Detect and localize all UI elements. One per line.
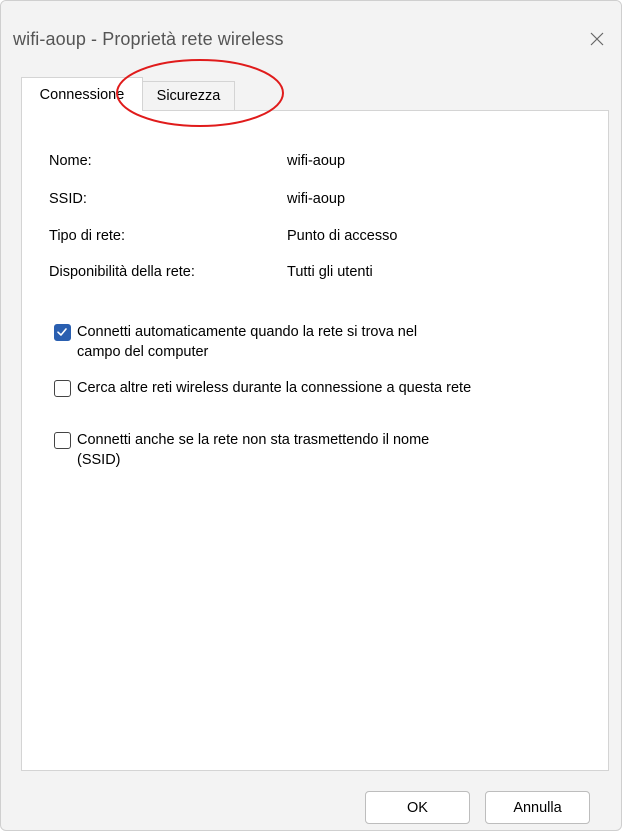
network-availability-value: Tutti gli utenti	[287, 264, 373, 280]
connect-hidden-ssid-label-line1: Connetti anche se la rete non sta trasme…	[77, 432, 430, 448]
network-type-label: Tipo di rete:	[49, 228, 126, 244]
search-other-networks-label-line1: Cerca altre reti wireless durante la con…	[77, 380, 472, 396]
search-other-networks-label[interactable]: Cerca altre reti wireless durante la con…	[77, 378, 471, 398]
connect-hidden-ssid-label[interactable]: Connetti anche se la rete non sta trasme…	[77, 430, 429, 470]
tab-connessione[interactable]: Connessione	[21, 77, 143, 111]
connection-tab-panel: Nome: wifi-aoup SSID: wifi-aoup Tipo di …	[21, 110, 609, 771]
search-other-networks-checkbox[interactable]	[54, 380, 71, 397]
properties-dialog: wifi-aoup - Proprietà rete wireless Conn…	[0, 0, 622, 831]
auto-connect-label-line1: Connetti automaticamente quando la rete …	[77, 324, 418, 340]
name-label: Nome:	[49, 153, 92, 169]
ssid-label: SSID:	[49, 191, 87, 207]
connect-hidden-ssid-label-line2: (SSID)	[77, 452, 121, 468]
auto-connect-checkbox[interactable]	[54, 324, 71, 341]
cancel-button[interactable]: Annulla	[485, 791, 590, 824]
window-title: wifi-aoup - Proprietà rete wireless	[13, 29, 284, 49]
connect-hidden-ssid-checkbox[interactable]	[54, 432, 71, 449]
tab-sicurezza[interactable]: Sicurezza	[143, 81, 235, 110]
name-value: wifi-aoup	[287, 153, 346, 169]
tab-sicurezza-label: Sicurezza	[156, 88, 221, 104]
ok-button[interactable]: OK	[365, 791, 470, 824]
close-icon	[590, 32, 604, 46]
ssid-value: wifi-aoup	[287, 191, 346, 207]
network-type-value: Punto di accesso	[287, 228, 398, 244]
network-availability-label: Disponibilità della rete:	[49, 264, 195, 280]
auto-connect-label-line2: campo del computer	[77, 344, 209, 360]
title-bar[interactable]: wifi-aoup - Proprietà rete wireless	[1, 1, 621, 63]
tab-connessione-label: Connessione	[39, 86, 125, 103]
checkmark-icon	[57, 328, 67, 336]
auto-connect-label[interactable]: Connetti automaticamente quando la rete …	[77, 322, 417, 362]
close-button[interactable]	[579, 23, 615, 55]
